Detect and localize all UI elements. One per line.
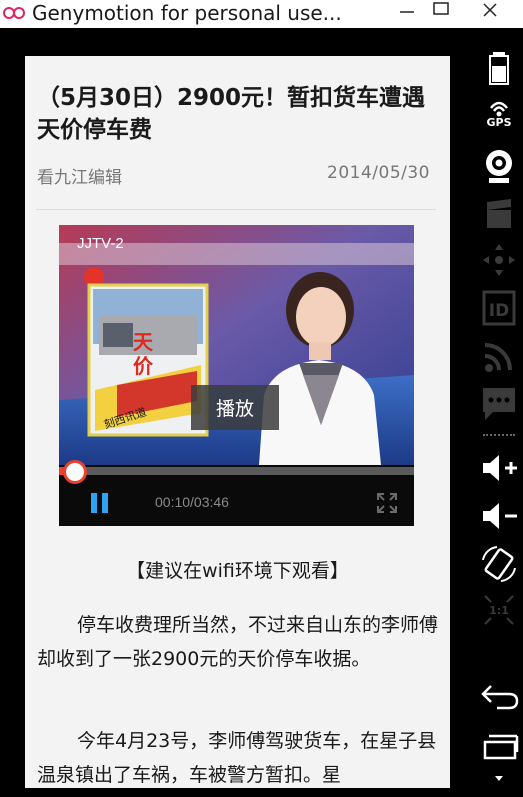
- id-icon[interactable]: ID: [475, 288, 523, 328]
- fullscreen-icon[interactable]: [375, 491, 399, 515]
- article-title: （5月30日）2900元！暂扣货车遭遇天价停车费: [37, 85, 426, 143]
- clapperboard-icon[interactable]: [475, 196, 523, 232]
- article-date: 2014/05/30: [327, 163, 430, 183]
- pause-bar-right: [102, 493, 108, 513]
- progress-bar[interactable]: [59, 467, 414, 475]
- dpad-icon[interactable]: [475, 240, 523, 280]
- sms-icon[interactable]: [475, 384, 523, 424]
- banner-text: 天 价: [133, 330, 153, 378]
- pixel-perfect-label: 1:1: [489, 604, 509, 617]
- battery-icon[interactable]: [475, 48, 523, 88]
- gps-icon[interactable]: [475, 96, 523, 118]
- device-frame-right: [450, 28, 475, 797]
- paragraph-2: 今年4月23号，李师傅驾驶货车，在星子县温泉镇出了车祸，车被警方暂扣。星: [37, 730, 437, 786]
- genymotion-logo-icon: [3, 7, 25, 19]
- channel-logo: JJTV-2: [77, 235, 124, 252]
- close-icon[interactable]: [465, 0, 515, 22]
- sidebar-separator: [483, 434, 515, 436]
- window-title: Genymotion for personal use...: [32, 1, 342, 25]
- playback-time: 00:10/03:46: [155, 494, 229, 510]
- rss-icon[interactable]: [475, 336, 523, 376]
- volume-down-icon[interactable]: [475, 496, 523, 536]
- wifi-notice: 【建议在wifi环境下观看】: [126, 560, 349, 582]
- window-titlebar: Genymotion for personal use...: [0, 0, 523, 28]
- play-overlay-button[interactable]: 播放: [191, 385, 279, 430]
- progress-knob[interactable]: [62, 460, 87, 484]
- article-source: 看九江编辑: [37, 168, 122, 188]
- paragraph-1: 停车收费理所当然，不过来自山东的李师傅却收到了一张2900元的天价停车收据。: [37, 614, 439, 670]
- volume-up-icon[interactable]: [475, 448, 523, 488]
- article-screen[interactable]: （5月30日）2900元！暂扣货车遭遇天价停车费 看九江编辑 2014/05/3…: [25, 56, 450, 788]
- emulator-sidebar: GPS ID 1:1: [475, 28, 523, 797]
- device-frame-bottom: [25, 788, 453, 797]
- device-frame-top: [25, 28, 453, 56]
- pause-button[interactable]: [91, 493, 109, 515]
- video-player[interactable]: JJTV-2 天 价 刻西讯道 播放 00:10/03:46: [59, 225, 414, 526]
- rotate-icon[interactable]: [475, 542, 523, 586]
- pause-bar-left: [91, 493, 97, 513]
- recent-apps-icon[interactable]: [475, 730, 523, 764]
- gps-label: GPS: [486, 116, 512, 129]
- svg-text:ID: ID: [489, 301, 509, 321]
- minimize-icon[interactable]: [390, 0, 424, 22]
- chevron-down-icon[interactable]: [475, 772, 523, 786]
- device-frame-left: [0, 28, 25, 797]
- back-icon[interactable]: [475, 678, 523, 712]
- divider: [36, 209, 436, 210]
- webcam-icon[interactable]: [475, 146, 523, 186]
- maximize-icon[interactable]: [426, 0, 456, 22]
